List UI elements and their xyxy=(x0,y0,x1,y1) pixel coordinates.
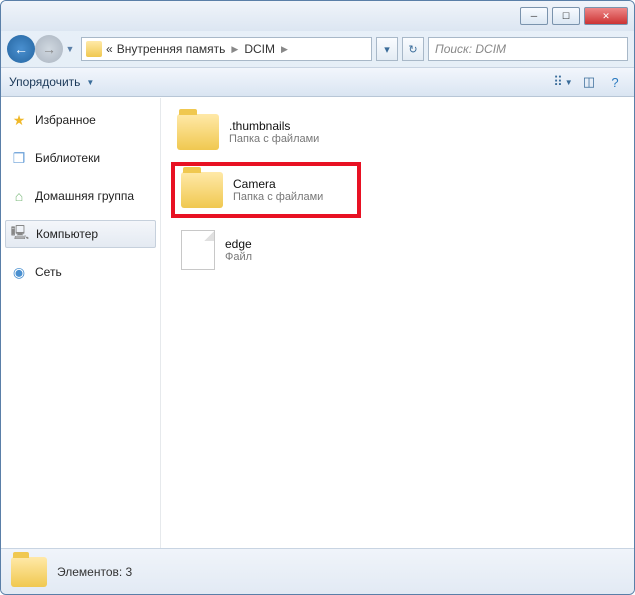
item-name: Camera xyxy=(233,177,323,191)
view-options-button[interactable]: ⠿▼ xyxy=(552,71,574,93)
nav-history-dropdown[interactable]: ▼ xyxy=(63,44,77,54)
refresh-button[interactable]: ↻ xyxy=(402,37,424,61)
chevron-right-icon[interactable]: ▶ xyxy=(279,44,290,55)
status-text: Элементов: 3 xyxy=(57,565,132,579)
network-icon: ◉ xyxy=(11,264,27,280)
breadcrumb-pre: « xyxy=(106,42,113,56)
item-name: .thumbnails xyxy=(229,119,319,133)
folder-icon xyxy=(86,41,102,57)
titlebar: ─ ☐ ✕ xyxy=(1,1,634,31)
folder-icon xyxy=(177,114,219,150)
body: ★ Избранное ❐ Библиотеки ⌂ Домашняя груп… xyxy=(1,97,634,548)
sidebar-item-label: Библиотеки xyxy=(35,151,100,165)
file-list: .thumbnails Папка с файлами Camera Папка… xyxy=(161,98,634,548)
navigation-pane: ★ Избранное ❐ Библиотеки ⌂ Домашняя груп… xyxy=(1,98,161,548)
preview-pane-button[interactable]: ◫ xyxy=(578,71,600,93)
sidebar-item-favorites[interactable]: ★ Избранное xyxy=(1,106,160,134)
sidebar-item-label: Домашняя группа xyxy=(35,189,134,203)
command-bar: Упорядочить ▼ ⠿▼ ◫ ? xyxy=(1,67,634,97)
minimize-button[interactable]: ─ xyxy=(520,7,548,25)
item-subtitle: Папка с файлами xyxy=(229,133,319,145)
sidebar-item-libraries[interactable]: ❐ Библиотеки xyxy=(1,144,160,172)
address-dropdown-button[interactable]: ▾ xyxy=(376,37,398,61)
details-pane: Элементов: 3 xyxy=(1,548,634,594)
computer-icon: 🖳 xyxy=(12,226,28,242)
organize-menu[interactable]: Упорядочить ▼ xyxy=(9,75,94,89)
explorer-window: ─ ☐ ✕ ← → ▼ « Внутренняя память ▶ DCIM ▶… xyxy=(0,0,635,595)
back-button[interactable]: ← xyxy=(7,35,35,63)
list-item[interactable]: edge Файл xyxy=(171,224,361,276)
chevron-right-icon[interactable]: ▶ xyxy=(229,44,240,55)
forward-button[interactable]: → xyxy=(35,35,63,63)
breadcrumb-seg-2[interactable]: DCIM xyxy=(244,42,275,56)
breadcrumb-seg-1[interactable]: Внутренняя память xyxy=(117,42,226,56)
address-bar[interactable]: « Внутренняя память ▶ DCIM ▶ xyxy=(81,37,372,61)
sidebar-item-label: Компьютер xyxy=(36,227,98,241)
libraries-icon: ❐ xyxy=(11,150,27,166)
nav-buttons: ← → ▼ xyxy=(7,35,77,63)
navigation-bar: ← → ▼ « Внутренняя память ▶ DCIM ▶ ▾ ↻ П… xyxy=(1,31,634,67)
search-placeholder: Поиск: DCIM xyxy=(435,42,506,56)
sidebar-item-computer[interactable]: 🖳 Компьютер xyxy=(5,220,156,248)
organize-label: Упорядочить xyxy=(9,75,80,89)
list-item[interactable]: .thumbnails Папка с файлами xyxy=(171,108,361,156)
sidebar-item-homegroup[interactable]: ⌂ Домашняя группа xyxy=(1,182,160,210)
chevron-down-icon: ▼ xyxy=(86,78,94,87)
folder-icon xyxy=(11,557,47,587)
item-name: edge xyxy=(225,237,252,251)
maximize-button[interactable]: ☐ xyxy=(552,7,580,25)
sidebar-item-label: Избранное xyxy=(35,113,96,127)
help-button[interactable]: ? xyxy=(604,71,626,93)
sidebar-item-network[interactable]: ◉ Сеть xyxy=(1,258,160,286)
star-icon: ★ xyxy=(11,112,27,128)
sidebar-item-label: Сеть xyxy=(35,265,62,279)
folder-icon xyxy=(181,172,223,208)
item-subtitle: Файл xyxy=(225,251,252,263)
file-icon xyxy=(181,230,215,270)
close-button[interactable]: ✕ xyxy=(584,7,628,25)
item-subtitle: Папка с файлами xyxy=(233,191,323,203)
homegroup-icon: ⌂ xyxy=(11,188,27,204)
search-input[interactable]: Поиск: DCIM xyxy=(428,37,628,61)
list-item[interactable]: Camera Папка с файлами xyxy=(171,162,361,218)
